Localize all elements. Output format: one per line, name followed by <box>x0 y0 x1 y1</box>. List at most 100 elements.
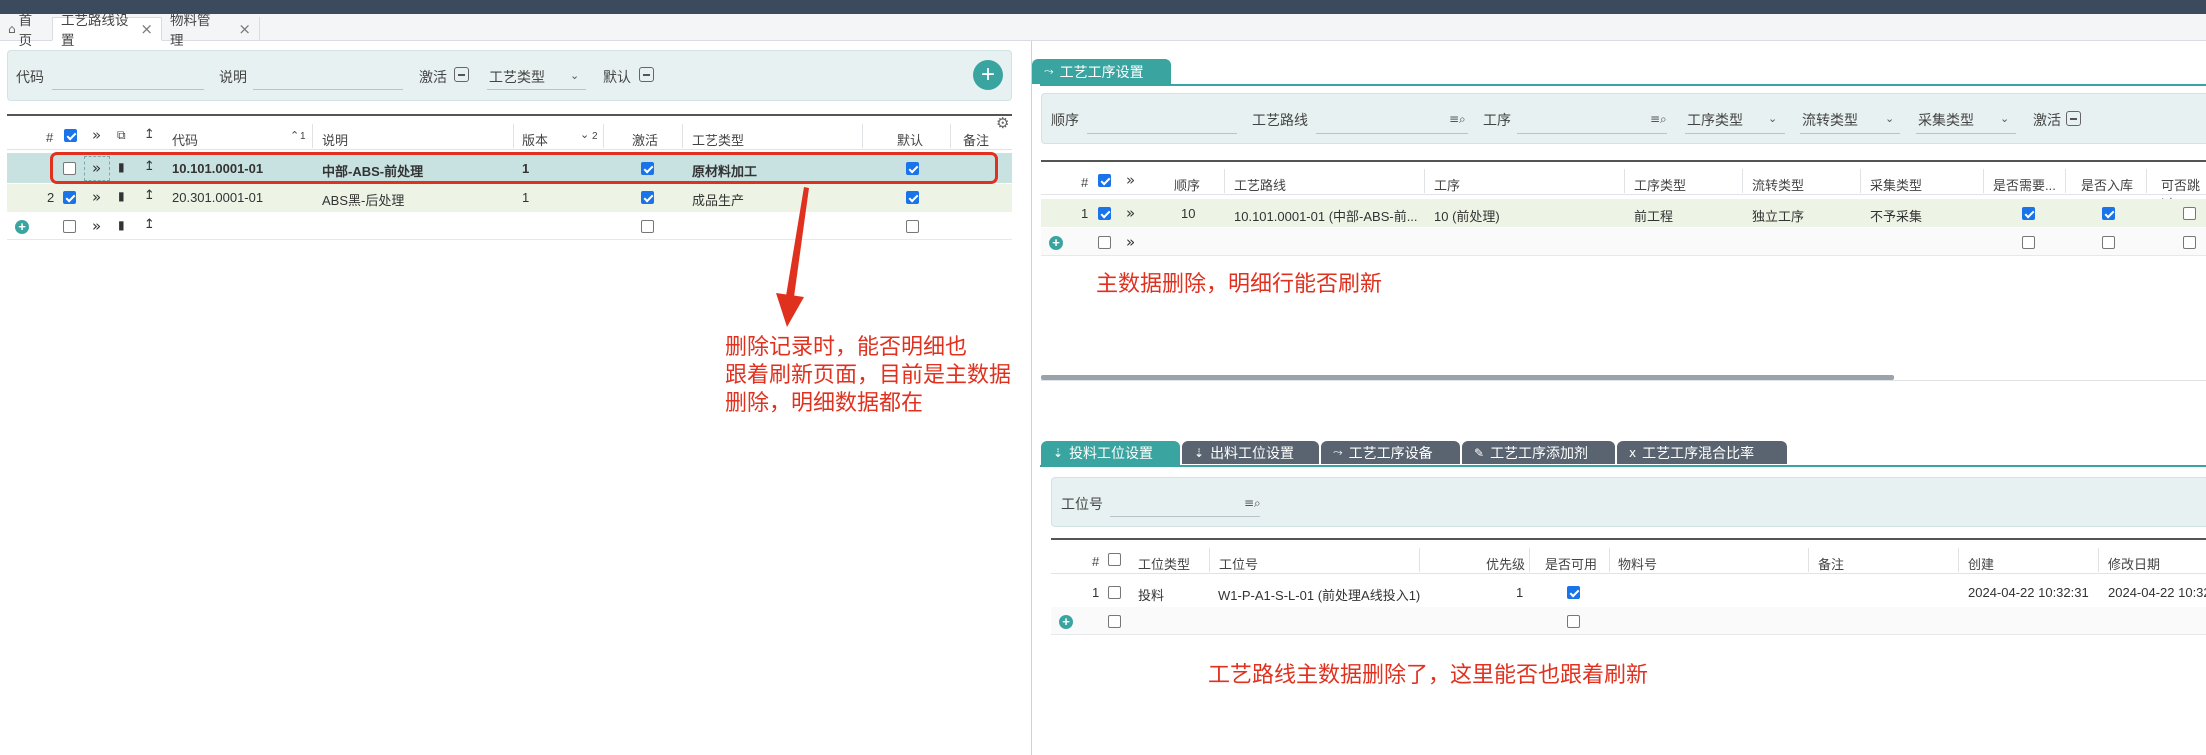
header-modified[interactable]: 修改日期 <box>2108 554 2160 573</box>
upload-icon[interactable]: ↥ <box>144 127 155 142</box>
cell-active-checkbox[interactable] <box>641 191 654 204</box>
code-filter-input[interactable] <box>52 89 204 90</box>
cell-need-checkbox[interactable] <box>2022 207 2035 220</box>
expand-all-icon[interactable]: » <box>1126 171 1135 189</box>
cell-default-checkbox[interactable] <box>906 220 919 233</box>
add-button[interactable]: + <box>973 60 1003 90</box>
cell-active-checkbox[interactable] <box>641 220 654 233</box>
header-proc-type[interactable]: 工序类型 <box>1634 175 1686 194</box>
header-route[interactable]: 工艺路线 <box>1234 175 1286 194</box>
expand-row-icon[interactable]: » <box>92 188 101 206</box>
cell-available-checkbox[interactable] <box>1567 615 1580 628</box>
collect-type-select[interactable]: 采集类型 <box>1918 110 1974 130</box>
grid-top-border <box>1041 160 2206 162</box>
desc-filter-input[interactable] <box>253 89 403 90</box>
proc-type-select[interactable]: 工序类型 <box>1687 110 1743 130</box>
row-checkbox[interactable] <box>1098 207 1111 220</box>
select-all-checkbox[interactable] <box>64 129 77 142</box>
header-type[interactable]: 工艺类型 <box>692 130 744 149</box>
tab-discharge-station[interactable]: ⇣ 出料工位设置 <box>1182 441 1319 464</box>
search-icon[interactable]: ≡⌕ <box>1449 112 1466 127</box>
cell-skip-checkbox[interactable] <box>2183 207 2196 220</box>
cell-available-checkbox[interactable] <box>1567 586 1580 599</box>
header-priority[interactable]: 优先级 <box>1486 554 1525 573</box>
table-row[interactable] <box>7 184 1012 212</box>
add-row-icon[interactable]: + <box>1059 615 1073 629</box>
sort-desc-icon[interactable]: ⌄ <box>580 128 589 141</box>
close-icon[interactable]: × <box>238 20 251 38</box>
upload-icon[interactable]: ↥ <box>144 217 155 232</box>
station-filter-input[interactable] <box>1110 516 1260 517</box>
add-row-icon[interactable]: + <box>15 220 29 234</box>
header-code[interactable]: 代码 <box>172 130 198 149</box>
cell-storage-checkbox[interactable] <box>2102 207 2115 220</box>
chevron-down-icon: ⌄ <box>570 69 580 82</box>
header-remark[interactable]: 备注 <box>963 130 989 149</box>
expand-all-icon[interactable]: » <box>92 126 101 144</box>
expand-row-icon[interactable]: » <box>1126 204 1135 222</box>
tab-material[interactable]: 物料管理 × <box>162 13 260 48</box>
proc-filter-input[interactable] <box>1517 133 1667 134</box>
row-checkbox[interactable] <box>63 220 76 233</box>
header-flow-type[interactable]: 流转类型 <box>1752 175 1804 194</box>
search-icon[interactable]: ≡⌕ <box>1650 112 1667 127</box>
header-active[interactable]: 激活 <box>632 130 658 149</box>
header-storage[interactable]: 是否入库 <box>2081 175 2133 194</box>
select-all-checkbox[interactable] <box>1098 174 1111 187</box>
cell-num: 2 <box>47 190 55 205</box>
add-row-icon[interactable]: + <box>1049 236 1063 250</box>
header-available[interactable]: 是否可用 <box>1545 554 1597 573</box>
header-created[interactable]: 创建 <box>1968 554 1994 573</box>
header-need[interactable]: 是否需要... <box>1993 175 2056 194</box>
active-filter-toggle[interactable] <box>2066 111 2081 126</box>
copy-icon[interactable]: ⧉ <box>117 128 126 143</box>
flow-type-select[interactable]: 流转类型 <box>1802 110 1858 130</box>
row-checkbox[interactable] <box>1108 615 1121 628</box>
row-checkbox[interactable] <box>63 191 76 204</box>
tab-process-steps[interactable]: ⤳ 工艺工序设置 <box>1032 59 1171 84</box>
header-default[interactable]: 默认 <box>897 130 923 149</box>
tab-additive[interactable]: ✎ 工艺工序添加剂 <box>1462 441 1615 464</box>
header-seq[interactable]: 顺序 <box>1174 175 1200 194</box>
header-desc[interactable]: 说明 <box>322 130 348 149</box>
active-filter-toggle[interactable] <box>454 67 469 82</box>
feed-icon: ⇣ <box>1053 446 1064 460</box>
tab-equipment[interactable]: ⤳ 工艺工序设备 <box>1321 441 1460 464</box>
search-icon[interactable]: ≡⌕ <box>1244 496 1261 511</box>
proc-type-underline <box>1685 133 1785 134</box>
tab-home[interactable]: ⌂ 首页 <box>0 13 52 48</box>
cell-flow-type: 独立工序 <box>1752 209 1805 224</box>
detail-icon[interactable]: ▮ <box>118 218 125 232</box>
type-filter-select[interactable]: 工艺类型 <box>489 67 545 87</box>
route-icon: ⤳ <box>1044 64 1054 78</box>
cell-need-checkbox[interactable] <box>2022 236 2035 249</box>
header-station-no[interactable]: 工位号 <box>1219 554 1258 573</box>
row-checkbox[interactable] <box>1098 236 1111 249</box>
seq-filter-input[interactable] <box>1087 133 1237 134</box>
select-all-checkbox[interactable] <box>1108 553 1121 566</box>
header-station-type[interactable]: 工位类型 <box>1138 554 1190 573</box>
header-collect-type[interactable]: 采集类型 <box>1870 175 1922 194</box>
expand-row-icon[interactable]: » <box>1126 233 1135 251</box>
expand-row-icon[interactable]: » <box>92 217 101 235</box>
close-icon[interactable]: × <box>140 20 153 38</box>
detail-icon[interactable]: ▮ <box>118 189 125 203</box>
tab-feed-station[interactable]: ⇣ 投料工位设置 <box>1041 441 1180 465</box>
sort-asc-icon[interactable]: ⌃ <box>290 129 299 142</box>
upload-icon[interactable]: ↥ <box>144 188 155 203</box>
tab-mix-ratio[interactable]: x 工艺工序混合比率 <box>1617 441 1787 464</box>
annotation-text: 删除记录时，能否明细也 <box>725 334 968 359</box>
panel-splitter[interactable] <box>1031 41 1032 755</box>
tab-process-route[interactable]: 工艺路线设置 × <box>52 13 162 48</box>
route-filter-input[interactable] <box>1316 133 1468 134</box>
header-material[interactable]: 物料号 <box>1618 554 1657 573</box>
cell-default-checkbox[interactable] <box>906 191 919 204</box>
header-proc[interactable]: 工序 <box>1434 175 1460 194</box>
code-filter-label: 代码 <box>16 69 44 85</box>
header-version[interactable]: 版本 <box>522 130 548 149</box>
cell-storage-checkbox[interactable] <box>2102 236 2115 249</box>
cell-skip-checkbox[interactable] <box>2183 236 2196 249</box>
default-filter-toggle[interactable] <box>639 67 654 82</box>
row-checkbox[interactable] <box>1108 586 1121 599</box>
header-remark[interactable]: 备注 <box>1818 554 1844 573</box>
